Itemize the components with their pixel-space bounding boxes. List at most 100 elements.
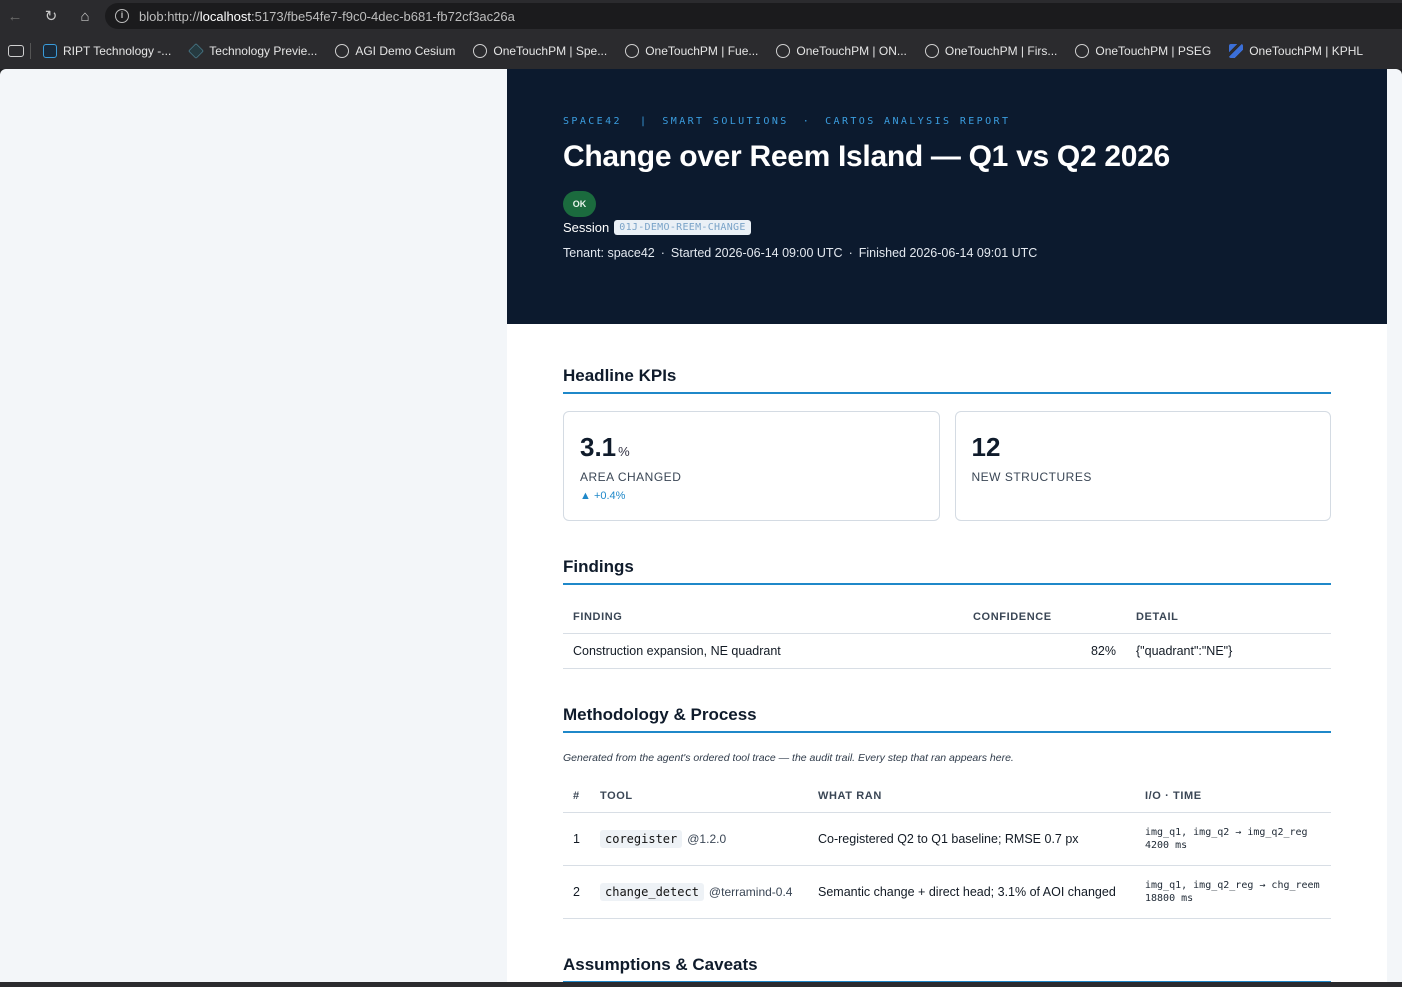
assumptions-heading: Assumptions & Caveats	[563, 955, 1331, 982]
reload-icon[interactable]: ↻	[36, 2, 66, 30]
table-row: Construction expansion, NE quadrant 82% …	[563, 633, 1331, 669]
tool-version: @1.2.0	[687, 832, 727, 846]
tool-name: coregister	[600, 830, 683, 848]
kpi-number: 12	[971, 432, 1001, 462]
kpi-cards: 3.1% AREA CHANGED ▲ +0.4% 12 NEW STRUCTU…	[563, 411, 1331, 521]
bookmark-agi-demo-cesium[interactable]: AGI Demo Cesium	[335, 43, 456, 58]
globe-icon	[776, 43, 791, 58]
window-bottom-edge	[0, 982, 1402, 987]
findings-table: FINDING CONFIDENCE DETAIL Construction e…	[563, 599, 1331, 669]
report-title: Change over Reem Island — Q1 vs Q2 2026	[563, 140, 1170, 173]
kpi-heading: Headline KPIs	[563, 366, 1331, 394]
eyebrow-separator: |	[639, 116, 649, 127]
table-row: 1 coregister @1.2.0 Co-registered Q2 to Q…	[563, 812, 1331, 866]
bookmark-onetouchpm-kphl[interactable]: OneTouchPM | KPHL	[1229, 43, 1364, 58]
site-info-icon[interactable]: i	[115, 9, 129, 23]
eyebrow-division: SMART SOLUTIONS	[662, 116, 789, 127]
eyebrow-kind: CARTOS ANALYSIS REPORT	[825, 116, 1011, 127]
page-viewport: SPACE42 | SMART SOLUTIONS · CARTOS ANALY…	[0, 69, 1402, 982]
bookmark-onetouchpm-on[interactable]: OneTouchPM | ON...	[776, 43, 907, 58]
session-row: Session 01J-DEMO-REEM-CHANGE	[563, 220, 1387, 235]
methodology-heading: Methodology & Process	[563, 705, 1331, 733]
globe-icon	[335, 43, 350, 58]
column-header: I/O · TIME	[1135, 778, 1331, 813]
kpi-value: 3.1%	[580, 432, 923, 463]
bookmark-label: AGI Demo Cesium	[355, 43, 456, 58]
bookmark-label: OneTouchPM | ON...	[796, 43, 907, 58]
kpi-label: AREA CHANGED	[580, 470, 682, 484]
kpi-card-new-structures: 12 NEW STRUCTURES	[954, 411, 1331, 521]
url-path: :5173/fbe54fe7-f9c0-4dec-b681-fb72cf3ac2…	[251, 8, 515, 24]
methodology-table: # TOOL WHAT RAN I/O · TIME 1 coregister @…	[563, 778, 1331, 919]
kphl-icon	[1229, 43, 1244, 58]
kpi-value: 12	[972, 432, 1315, 463]
bookmark-onetouchpm-firs[interactable]: OneTouchPM | Firs...	[924, 43, 1058, 58]
methodology-note: Generated from the agent's ordered tool …	[563, 752, 1014, 764]
bookmark-label: OneTouchPM | PSEG	[1095, 43, 1212, 58]
eyebrow-brand: SPACE42	[563, 116, 622, 127]
step-io-flow: img_q1, img_q2_reg → chg_reem	[1145, 880, 1320, 891]
findings-header-row: FINDING CONFIDENCE DETAIL	[563, 599, 1331, 634]
tool-name: change_detect	[600, 883, 704, 901]
kpi-unit: %	[618, 444, 630, 459]
column-header: DETAIL	[1126, 599, 1331, 634]
status-badge: OK	[563, 191, 596, 217]
step-number: 1	[563, 812, 590, 866]
kpi-label: NEW STRUCTURES	[971, 470, 1092, 484]
report-body: Headline KPIs 3.1% AREA CHANGED ▲ +0.4% …	[507, 366, 1387, 982]
bookmark-onetouchpm-fue[interactable]: OneTouchPM | Fue...	[625, 43, 759, 58]
step-what-ran: Co-registered Q2 to Q1 baseline; RMSE 0.…	[808, 812, 1135, 866]
globe-icon	[625, 43, 640, 58]
finding-detail: {"quadrant":"NE"}	[1126, 633, 1331, 669]
report-page: SPACE42 | SMART SOLUTIONS · CARTOS ANALY…	[507, 69, 1387, 982]
finding-confidence: 82%	[963, 633, 1126, 669]
bookmark-label: OneTouchPM | KPHL	[1249, 43, 1364, 58]
globe-icon	[924, 43, 939, 58]
address-bar[interactable]: i blob:http://localhost:5173/fbe54fe7-f9…	[105, 3, 1402, 29]
tp-icon	[188, 42, 205, 59]
bookmark-label: OneTouchPM | Fue...	[645, 43, 759, 58]
finished-time: Finished 2026-06-14 09:01 UTC	[858, 246, 1038, 260]
bookmark-technology-preview[interactable]: Technology Previe...	[188, 42, 318, 59]
tenant: Tenant: space42	[563, 246, 655, 260]
step-time: 4200 ms	[1145, 840, 1188, 851]
meta-dot: ·	[660, 246, 665, 260]
finding-text: Construction expansion, NE quadrant	[563, 633, 963, 669]
bookmarks-bar: RIPT Technology -... Technology Previe..…	[0, 32, 1402, 69]
bookmark-label: OneTouchPM | Firs...	[944, 43, 1058, 58]
step-tool: change_detect @terramind-0.4	[590, 865, 808, 919]
column-header: TOOL	[590, 778, 808, 813]
kpi-delta: ▲ +0.4%	[580, 490, 626, 502]
browser-toolbar: ← ↻ ⌂ i blob:http://localhost:5173/fbe54…	[0, 0, 1402, 32]
url-prefix: blob:http://	[139, 8, 200, 24]
tool-version: @terramind-0.4	[708, 885, 793, 899]
meta-dot: ·	[848, 246, 853, 260]
column-header: FINDING	[563, 599, 963, 634]
session-label: Session	[563, 220, 610, 235]
started-time: Started 2026-06-14 09:00 UTC	[670, 246, 843, 260]
report-hero: SPACE42 | SMART SOLUTIONS · CARTOS ANALY…	[507, 69, 1387, 324]
session-id: 01J-DEMO-REEM-CHANGE	[614, 220, 751, 235]
bookmark-onetouchpm-pseg[interactable]: OneTouchPM | PSEG	[1075, 43, 1212, 58]
step-io: img_q1, img_q2_reg → chg_reem 18800 ms	[1135, 865, 1331, 919]
report-eyebrow: SPACE42 | SMART SOLUTIONS · CARTOS ANALY…	[563, 116, 1387, 127]
step-io: img_q1, img_q2 → img_q2_reg 4200 ms	[1135, 812, 1331, 866]
back-arrow-icon[interactable]: ←	[0, 2, 30, 30]
table-row: 2 change_detect @terramind-0.4 Semantic c…	[563, 865, 1331, 919]
kpi-number: 3.1	[580, 432, 617, 462]
bookmark-label: Technology Previe...	[209, 43, 318, 58]
bookmark-label: RIPT Technology -...	[63, 43, 172, 58]
step-time: 18800 ms	[1145, 893, 1194, 904]
home-icon[interactable]: ⌂	[70, 2, 100, 30]
column-header: #	[563, 778, 590, 813]
bookmark-label: OneTouchPM | Spe...	[493, 43, 608, 58]
methodology-header-row: # TOOL WHAT RAN I/O · TIME	[563, 778, 1331, 813]
reading-mode-icon[interactable]	[8, 44, 24, 57]
step-what-ran: Semantic change + direct head; 3.1% of A…	[808, 865, 1135, 919]
bookmark-ript-technology[interactable]: RIPT Technology -...	[43, 43, 172, 58]
bookmark-onetouchpm-spe[interactable]: OneTouchPM | Spe...	[473, 43, 608, 58]
bookmarks-divider	[30, 42, 31, 59]
url-host: localhost	[199, 8, 252, 24]
step-number: 2	[563, 865, 590, 919]
step-tool: coregister @1.2.0	[590, 812, 808, 866]
